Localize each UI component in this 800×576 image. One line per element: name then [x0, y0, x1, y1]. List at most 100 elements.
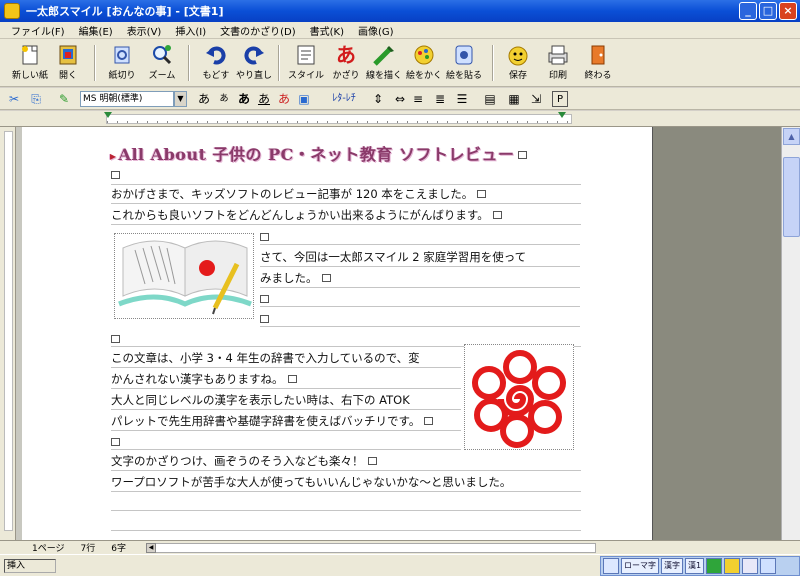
save-icon — [506, 43, 530, 67]
ime-assist-icon[interactable] — [724, 558, 741, 574]
new-paper-icon — [18, 43, 42, 67]
doc-line-2: これからも良いソフトをどんどんしょうかい出来るようにがんばります。 — [111, 205, 581, 225]
menu-file[interactable]: ファイル(F) — [4, 23, 72, 38]
style-button[interactable]: スタイル — [284, 41, 328, 85]
right-indent-marker[interactable] — [558, 112, 566, 118]
ruler-scale — [106, 114, 572, 124]
ime-dictionary[interactable]: 漢字 — [661, 558, 683, 574]
menu-image[interactable]: 画像(G) — [351, 23, 401, 38]
underline-text-icon[interactable]: あ — [256, 91, 272, 107]
scroll-left-button[interactable]: ◀ — [146, 543, 156, 553]
scroll-up-button[interactable]: ▲ — [783, 128, 800, 145]
line-indicator: 7行 — [80, 544, 96, 554]
menu-decoration[interactable]: 文書のかざり(D) — [213, 23, 303, 38]
undo-icon — [204, 43, 228, 67]
blank-line — [260, 309, 580, 327]
save-button[interactable]: 保存 — [496, 41, 540, 85]
print-button[interactable]: 印刷 — [536, 41, 580, 85]
align-center-icon[interactable]: ≣ — [432, 91, 448, 107]
tool-icon-1[interactable]: ✂ — [6, 91, 22, 107]
align-right-icon[interactable]: ☰ — [454, 91, 470, 107]
title-bar: 一太郎スマイル [おんなの事] - [文書1] _ □ × — [0, 0, 800, 22]
cut-paper-button[interactable]: 紙切り — [100, 41, 144, 85]
print-icon — [546, 43, 570, 67]
table-icon[interactable]: ▤ — [482, 91, 498, 107]
paste-picture-button[interactable]: 絵を貼る — [442, 41, 486, 85]
redo-button[interactable]: やり直し — [232, 41, 276, 85]
copy-icon[interactable]: ⎘ — [28, 91, 44, 107]
format-toolbar: ✂ ⎘ ✎ MS 明朝(標準) ▼ あ あ あ あ あ ▣ ﾚﾀ-ﾚﾁ ⇕ ⇔ … — [0, 88, 800, 110]
bold-text-icon[interactable]: あ — [236, 91, 252, 107]
vertical-scrollbar[interactable]: ▲ — [781, 127, 800, 540]
book-picture[interactable] — [114, 233, 254, 319]
page-icon[interactable]: P — [552, 91, 568, 107]
exit-button[interactable]: 終わる — [576, 41, 620, 85]
pen-icon[interactable]: ✎ — [56, 91, 72, 107]
doc-line-8: パレットで先生用辞書や基礎字辞書を使えばバッチリです。 — [111, 411, 461, 431]
window-title: 一太郎スマイル [おんなの事] - [文書1] — [26, 5, 224, 18]
doc-line-10: ワープロソフトが苦手な大人が使ってもいいんじゃないかな〜と思いました。 — [111, 472, 581, 492]
insert-mode-indicator: 挿入 — [4, 559, 56, 573]
doc-line-4: みました。 — [260, 268, 580, 288]
line-spacing-icon[interactable]: ⇕ — [370, 91, 386, 107]
left-indent-marker[interactable] — [104, 112, 112, 118]
align-left-icon[interactable]: ≡ — [410, 91, 426, 107]
insert-icon[interactable]: ⇲ — [528, 91, 544, 107]
draw-line-button[interactable]: 線を描く — [362, 41, 406, 85]
scroll-thumb[interactable] — [783, 157, 800, 237]
status-bar: 挿入 ローマ字 漢字 漢1 — [0, 554, 800, 576]
paint-icon — [412, 43, 436, 67]
ime-input-mode[interactable]: ローマ字 — [621, 558, 659, 574]
ime-help-icon[interactable] — [760, 558, 777, 574]
color-text-icon[interactable]: あ — [276, 91, 292, 107]
paste-picture-icon — [452, 43, 476, 67]
ime-palette: ローマ字 漢字 漢1 — [600, 556, 800, 576]
menu-bar: ファイル(F) 編集(E) 表示(V) 挿入(I) 文書のかざり(D) 書式(K… — [0, 22, 800, 39]
doc-line-9: 文字のかざりつけ、画ぞうのそう入なども楽々！ — [111, 451, 581, 471]
blank-line — [260, 289, 580, 307]
flower-stamp-picture[interactable] — [464, 344, 574, 450]
draw-line-icon — [372, 43, 396, 67]
doc-line-6: かんされない漢字もありますね。 — [111, 369, 461, 389]
open-button[interactable]: 開く — [46, 41, 90, 85]
small-text-icon[interactable]: あ — [216, 91, 232, 107]
vertical-ruler — [0, 127, 16, 540]
zoom-button[interactable]: ズーム — [140, 41, 184, 85]
paint-button[interactable]: 絵をかく — [402, 41, 446, 85]
image-text-icon[interactable]: ▣ — [296, 91, 312, 107]
doc-line-5: この文章は、小学 3・4 年生の辞書で入力しているので、変 — [111, 348, 461, 368]
exit-icon — [586, 43, 610, 67]
horizontal-scrollbar[interactable] — [146, 543, 596, 553]
grid-icon[interactable]: ▦ — [506, 91, 522, 107]
ime-extra[interactable]: 漢1 — [685, 558, 705, 574]
minimize-button[interactable]: _ — [739, 2, 757, 20]
decorate-icon: あ — [336, 43, 356, 67]
maximize-button[interactable]: □ — [759, 2, 777, 20]
ime-tool-icon[interactable] — [706, 558, 723, 574]
page-margin — [652, 127, 781, 540]
menu-edit[interactable]: 編集(E) — [72, 23, 120, 38]
font-style-icon[interactable]: ﾚﾀ-ﾚﾁ — [324, 91, 364, 107]
font-dropdown-button[interactable]: ▼ — [174, 91, 187, 107]
menu-insert[interactable]: 挿入(I) — [168, 23, 213, 38]
close-button[interactable]: × — [779, 2, 797, 20]
font-name-field[interactable]: MS 明朝(標準) — [80, 91, 174, 107]
app-icon — [4, 3, 20, 19]
position-bar: 1ページ 7行 6字 ◀ — [0, 540, 800, 554]
doc-line-7: 大人と同じレベルの漢字を表示したい時は、右下の ATOK — [111, 390, 461, 410]
document-area[interactable]: All About 子供の PC・ネット教育 ソフトレビュー おかげさまで、キッ… — [16, 127, 781, 540]
style-icon — [294, 43, 318, 67]
cut-paper-icon — [110, 43, 134, 67]
menu-view[interactable]: 表示(V) — [120, 23, 169, 38]
large-text-icon[interactable]: あ — [196, 91, 212, 107]
doc-line-3: さて、今回は一太郎スマイル 2 家庭学習用を使って — [260, 247, 580, 267]
indent-icon[interactable]: ⇔ — [392, 91, 408, 107]
open-icon — [56, 43, 80, 67]
blank-line — [111, 432, 461, 450]
blank-line — [111, 493, 581, 511]
main-toolbar: 新しい紙 開く 紙切り ズーム もどす やり直し スタイル あ かざり 線を描く… — [0, 39, 800, 87]
ime-menu-icon[interactable] — [742, 558, 759, 574]
atok-icon[interactable] — [603, 558, 619, 574]
blank-line — [111, 513, 581, 531]
menu-format[interactable]: 書式(K) — [303, 23, 351, 38]
